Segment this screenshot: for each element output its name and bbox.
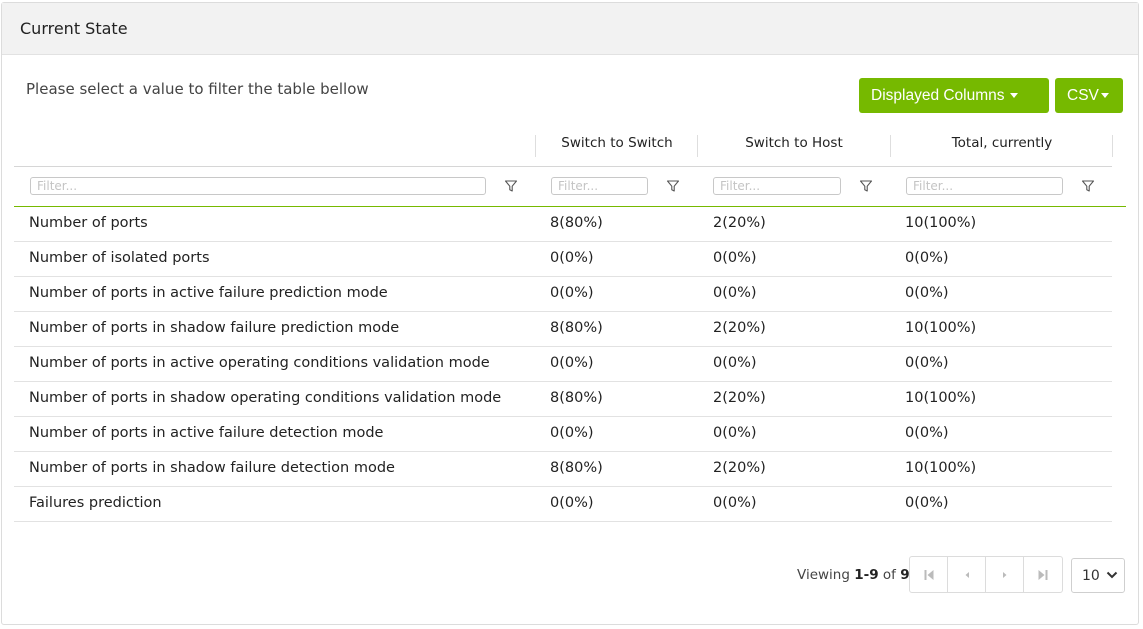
switch-to-switch-value: 0(0%) (550, 425, 594, 441)
table-row[interactable]: Number of ports in shadow operating cond… (14, 382, 1112, 417)
prev-page-button[interactable] (948, 557, 986, 592)
row-label: Number of ports in shadow failure detect… (29, 460, 395, 476)
row-label: Failures prediction (29, 495, 162, 511)
table-row[interactable]: Number of ports in shadow failure predic… (14, 312, 1112, 347)
total-currently-value: 10(100%) (905, 215, 977, 231)
filter-input-name[interactable] (30, 177, 486, 195)
column-header-switch-to-host[interactable]: Switch to Host (698, 135, 890, 151)
switch-to-switch-value: 8(80%) (550, 320, 603, 336)
panel-title: Current State (20, 19, 128, 38)
row-label: Number of ports (29, 215, 148, 231)
page-size-select[interactable]: 10 (1071, 558, 1125, 593)
first-page-button[interactable] (910, 557, 948, 592)
last-page-icon (1038, 569, 1048, 580)
table-row[interactable]: Number of ports in active failure detect… (14, 417, 1112, 452)
column-header-switch-to-switch[interactable]: Switch to Switch (536, 135, 698, 151)
table-row[interactable]: Number of ports 8(80%) 2(20%) 10(100%) (14, 207, 1112, 242)
filter-hint: Please select a value to filter the tabl… (26, 80, 369, 98)
switch-to-host-value: 0(0%) (713, 250, 757, 266)
filter-input-switch-to-switch[interactable] (551, 177, 648, 195)
filter-input-switch-to-host[interactable] (713, 177, 841, 195)
switch-to-switch-value: 8(80%) (550, 460, 603, 476)
table-row[interactable]: Number of ports in shadow failure detect… (14, 452, 1112, 487)
switch-to-switch-value: 0(0%) (550, 495, 594, 511)
table-row[interactable]: Number of ports in active failure predic… (14, 277, 1112, 312)
page-size-value: 10 (1082, 567, 1100, 584)
switch-to-host-value: 0(0%) (713, 495, 757, 511)
total-currently-value: 10(100%) (905, 320, 977, 336)
switch-to-host-value: 2(20%) (713, 390, 766, 406)
total-currently-value: 10(100%) (905, 460, 977, 476)
chevron-down-icon (1106, 571, 1118, 579)
switch-to-host-value: 0(0%) (713, 355, 757, 371)
switch-to-switch-value: 8(80%) (550, 215, 603, 231)
total-currently-value: 0(0%) (905, 285, 949, 301)
switch-to-host-value: 0(0%) (713, 425, 757, 441)
switch-to-switch-value: 0(0%) (550, 250, 594, 266)
filter-icon[interactable] (859, 179, 873, 193)
total-currently-value: 10(100%) (905, 390, 977, 406)
row-label: Number of ports in shadow failure predic… (29, 320, 400, 336)
next-page-icon (1002, 571, 1006, 578)
table-row[interactable]: Failures prediction 0(0%) 0(0%) 0(0%) (14, 487, 1112, 522)
total-currently-value: 0(0%) (905, 425, 949, 441)
of-label: of (882, 567, 896, 583)
switch-to-host-value: 2(20%) (713, 320, 766, 336)
pagination-status: Viewing 1-9 of 9 (797, 567, 910, 583)
switch-to-switch-value: 0(0%) (550, 355, 594, 371)
last-page-button[interactable] (1024, 557, 1062, 592)
csv-button[interactable]: CSV (1055, 78, 1123, 113)
first-page-icon (924, 569, 933, 580)
next-page-button[interactable] (986, 557, 1024, 592)
viewing-label: Viewing (797, 567, 850, 583)
row-label: Number of ports in active failure predic… (29, 285, 388, 301)
total-currently-value: 0(0%) (905, 355, 949, 371)
row-label: Number of ports in active operating cond… (29, 355, 490, 371)
switch-to-host-value: 2(20%) (713, 215, 766, 231)
viewing-range: 1-9 (854, 567, 879, 583)
header-divider (14, 166, 1112, 167)
displayed-columns-label: Displayed Columns (871, 86, 1005, 104)
caret-down-icon (1100, 93, 1109, 98)
column-separator (1112, 135, 1113, 157)
displayed-columns-button[interactable]: Displayed Columns (859, 78, 1049, 113)
prev-page-icon (965, 571, 969, 578)
csv-label: CSV (1067, 86, 1099, 104)
caret-down-icon (1009, 93, 1018, 98)
table-row[interactable]: Number of isolated ports 0(0%) 0(0%) 0(0… (14, 242, 1112, 277)
total-currently-value: 0(0%) (905, 250, 949, 266)
total-currently-value: 0(0%) (905, 495, 949, 511)
row-label: Number of ports in active failure detect… (29, 425, 384, 441)
filter-input-total-currently[interactable] (906, 177, 1063, 195)
filter-icon[interactable] (1081, 179, 1095, 193)
filter-icon[interactable] (504, 179, 518, 193)
switch-to-switch-value: 8(80%) (550, 390, 603, 406)
table-row[interactable]: Number of ports in active operating cond… (14, 347, 1112, 382)
row-label: Number of ports in shadow operating cond… (29, 390, 502, 406)
switch-to-host-value: 2(20%) (713, 460, 766, 476)
switch-to-switch-value: 0(0%) (550, 285, 594, 301)
panel-header: Current State (2, 3, 1138, 55)
row-label: Number of isolated ports (29, 250, 210, 266)
column-header-total-currently[interactable]: Total, currently (891, 135, 1113, 151)
filter-icon[interactable] (666, 179, 680, 193)
pager (909, 556, 1063, 593)
switch-to-host-value: 0(0%) (713, 285, 757, 301)
